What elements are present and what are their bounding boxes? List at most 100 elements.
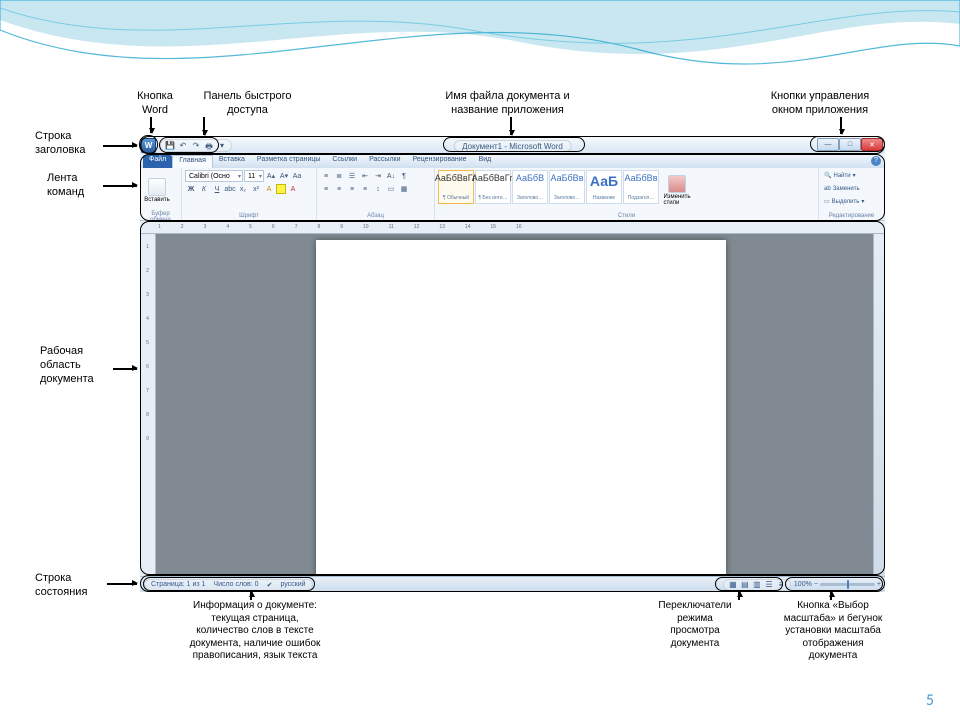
group-editing-label: Редактирование: [822, 212, 881, 220]
align-right-icon[interactable]: ≡: [346, 183, 358, 195]
slide-page-number: 5: [926, 691, 934, 710]
zoom-in-icon[interactable]: +: [877, 581, 881, 588]
zoom-out-icon[interactable]: −: [814, 581, 818, 588]
change-case-icon[interactable]: Aa: [291, 170, 303, 182]
save-icon[interactable]: 💾: [165, 141, 175, 151]
minimize-button[interactable]: —: [817, 138, 839, 151]
ann-window-controls: Кнопки управления окном приложения: [745, 90, 895, 118]
tab-refs[interactable]: Ссылки: [326, 155, 363, 168]
align-center-icon[interactable]: ≡: [333, 183, 345, 195]
ann-view-switch: Переключатели режима просмотра документа: [635, 600, 755, 650]
workspace: 123456789: [140, 234, 885, 576]
status-info[interactable]: Страница: 1 из 1 Число слов: 0 ✔ русский: [144, 579, 313, 591]
arrow-workarea: [113, 368, 137, 370]
ann-titlebar-row: Строка заголовка: [35, 130, 103, 158]
font-color-icon[interactable]: A: [287, 183, 299, 195]
font-size-combo[interactable]: 11: [244, 170, 264, 182]
align-left-icon[interactable]: ≡: [320, 183, 332, 195]
group-font-label: Шрифт: [185, 212, 313, 220]
multilevel-icon[interactable]: ☰: [346, 170, 358, 182]
status-lang[interactable]: русский: [280, 581, 305, 588]
view-web-icon[interactable]: ▥: [751, 580, 763, 590]
superscript-icon[interactable]: x²: [250, 183, 262, 195]
change-styles-button[interactable]: Изменить стили: [661, 170, 693, 210]
vertical-ruler[interactable]: 123456789: [140, 234, 156, 576]
strike-icon[interactable]: abc: [224, 183, 236, 195]
ann-quick-access: Панель быстрого доступа: [190, 90, 305, 118]
maximize-button[interactable]: □: [839, 138, 861, 151]
tab-insert[interactable]: Вставка: [213, 155, 251, 168]
arrow-view-switch: [738, 592, 740, 600]
indent-inc-icon[interactable]: ⇥: [372, 170, 384, 182]
arrow-word-button: [150, 117, 152, 133]
document-page[interactable]: [316, 240, 726, 576]
bullets-icon[interactable]: ≡: [320, 170, 332, 182]
style-card[interactable]: АаБбВвГг,¶ Без инте…: [475, 170, 511, 204]
style-card[interactable]: АаБбВЗаголово…: [512, 170, 548, 204]
title-bar: W 💾 ↶ ↷ 🖶 ▾ Документ1 - Microsoft Word —…: [140, 137, 885, 154]
sort-icon[interactable]: A↓: [385, 170, 397, 182]
numbering-icon[interactable]: ≣: [333, 170, 345, 182]
styles-gallery[interactable]: АаБбВвГг,¶ ОбычныйАаБбВвГг,¶ Без инте…Аа…: [438, 170, 659, 204]
tab-review[interactable]: Рецензирование: [407, 155, 473, 168]
replace-button[interactable]: abЗаменить: [822, 183, 862, 194]
italic-icon[interactable]: К: [198, 183, 210, 195]
highlight-icon[interactable]: [276, 184, 286, 194]
ann-title-text: Имя файла документа и название приложени…: [415, 90, 600, 118]
view-read-icon[interactable]: ▤: [739, 580, 751, 590]
tab-view[interactable]: Вид: [473, 155, 498, 168]
view-switcher[interactable]: ▦ ▤ ▥ ☰ ≡: [723, 579, 791, 591]
qat-more-icon[interactable]: ▾: [217, 141, 227, 151]
paste-button[interactable]: Вставить: [143, 170, 171, 210]
word-button[interactable]: W: [141, 138, 156, 153]
quick-access-toolbar[interactable]: 💾 ↶ ↷ 🖶 ▾: [160, 139, 232, 152]
tab-file[interactable]: Файл: [143, 155, 172, 168]
bold-icon[interactable]: Ж: [185, 183, 197, 195]
help-icon[interactable]: ?: [871, 156, 881, 166]
style-card[interactable]: АаБбВвЗаголово…: [549, 170, 585, 204]
shading-icon[interactable]: ▭: [385, 183, 397, 195]
style-card[interactable]: АаБбВвПодзагол…: [623, 170, 659, 204]
style-card[interactable]: АаБбВвГг,¶ Обычный: [438, 170, 474, 204]
undo-icon[interactable]: ↶: [178, 141, 188, 151]
zoom-controls[interactable]: 100% − +: [794, 581, 881, 588]
tab-mail[interactable]: Рассылки: [363, 155, 406, 168]
text-effects-icon[interactable]: A: [263, 183, 275, 195]
horizontal-ruler[interactable]: 12345678910111213141516: [140, 221, 885, 234]
shrink-font-icon[interactable]: A▾: [278, 170, 290, 182]
ribbon-tabs: Файл Главная Вставка Разметка страницы С…: [140, 154, 885, 168]
status-words[interactable]: Число слов: 0: [213, 581, 258, 588]
borders-icon[interactable]: ▦: [398, 183, 410, 195]
ribbon: Вставить Буфер обмена Calibri (Осно 11 A…: [140, 168, 885, 221]
close-button[interactable]: ✕: [861, 138, 883, 151]
view-draft-icon[interactable]: ≡: [775, 580, 787, 590]
tab-layout[interactable]: Разметка страницы: [251, 155, 327, 168]
indent-dec-icon[interactable]: ⇤: [359, 170, 371, 182]
grow-font-icon[interactable]: A▴: [265, 170, 277, 182]
subscript-icon[interactable]: x₂: [237, 183, 249, 195]
print-icon[interactable]: 🖶: [204, 141, 214, 151]
line-spacing-icon[interactable]: ↕: [372, 183, 384, 195]
view-outline-icon[interactable]: ☰: [763, 580, 775, 590]
arrow-title-text: [510, 117, 512, 135]
document-area[interactable]: [156, 234, 885, 576]
style-card[interactable]: АаБНазвание: [586, 170, 622, 204]
ann-status-row: Строка состояния: [35, 572, 107, 600]
window-title: Документ1 - Microsoft Word: [453, 140, 572, 152]
select-button[interactable]: ▭Выделить ▾: [822, 196, 866, 207]
select-icon: ▭: [824, 198, 830, 205]
font-name-combo[interactable]: Calibri (Осно: [185, 170, 243, 182]
ann-word-button: Кнопка Word: [120, 90, 190, 118]
underline-icon[interactable]: Ч: [211, 183, 223, 195]
proofing-icon[interactable]: ✔: [267, 581, 273, 589]
zoom-label[interactable]: 100%: [794, 581, 812, 588]
redo-icon[interactable]: ↷: [191, 141, 201, 151]
status-page[interactable]: Страница: 1 из 1: [151, 581, 205, 588]
view-print-icon[interactable]: ▦: [727, 580, 739, 590]
pilcrow-icon[interactable]: ¶: [398, 170, 410, 182]
find-button[interactable]: 🔍Найти ▾: [822, 170, 858, 181]
group-paragraph-label: Абзац: [320, 212, 431, 220]
justify-icon[interactable]: ≡: [359, 183, 371, 195]
zoom-slider[interactable]: [820, 583, 875, 586]
tab-home[interactable]: Главная: [172, 155, 213, 168]
